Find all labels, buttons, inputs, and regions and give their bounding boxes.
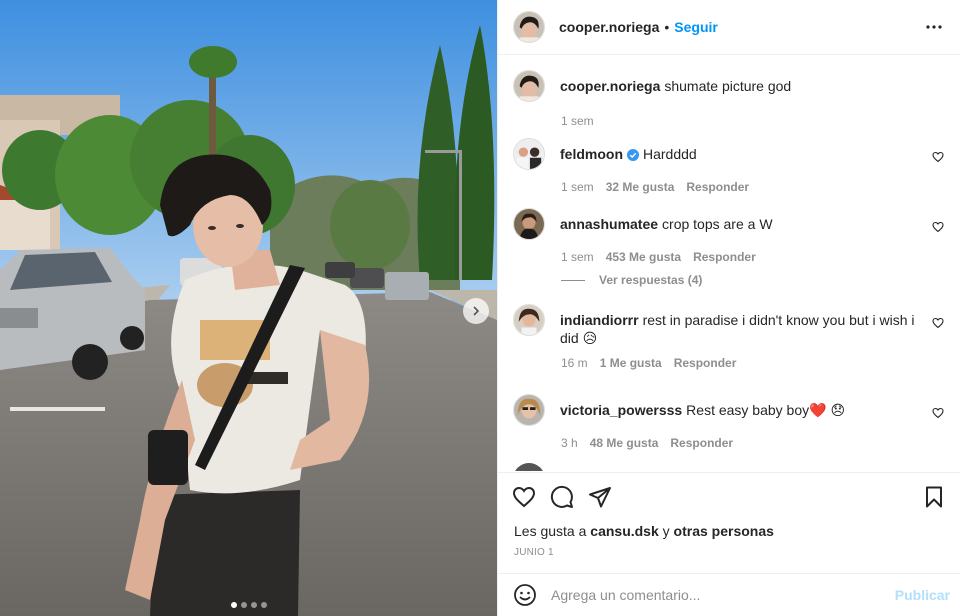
author-avatar[interactable] [513, 11, 545, 43]
commenter-avatar[interactable] [513, 304, 545, 336]
caption: cooper.noriega shumate picture god 1 sem [513, 70, 946, 128]
author-username[interactable]: cooper.noriega [559, 19, 659, 35]
comment-time[interactable]: 16 m [561, 356, 588, 370]
follow-button[interactable]: Seguir [674, 19, 718, 35]
reply-button[interactable]: Responder [686, 180, 749, 194]
carousel-dot [250, 602, 257, 608]
comments-list[interactable]: cooper.noriega shumate picture god 1 sem … [498, 56, 960, 471]
post-date[interactable]: JUNIO 1 [514, 547, 554, 558]
comment-text: Hardddd [643, 146, 697, 162]
view-replies-button[interactable]: Ver respuestas (4) [561, 273, 702, 287]
comment-text: crop tops are a W [662, 216, 773, 232]
comment-username[interactable]: victoria_powersss [560, 402, 682, 418]
carousel-dot [260, 602, 267, 608]
reply-button[interactable]: Responder [693, 250, 756, 264]
replies-divider [561, 279, 585, 281]
publish-button[interactable]: Publicar [895, 587, 950, 603]
likes-prefix: Les gusta a [514, 523, 591, 539]
comment-time[interactable]: 1 sem [561, 180, 594, 194]
author-avatar[interactable] [513, 70, 545, 102]
carousel-dot [230, 602, 237, 608]
commenter-avatar[interactable] [513, 394, 545, 426]
comment-item: indiandiorrr rest in paradise i didn't kn… [513, 304, 946, 370]
view-replies-label: Ver respuestas (4) [599, 273, 703, 287]
comment-like-heart-icon[interactable] [932, 150, 944, 163]
comment-likes[interactable]: 453 Me gusta [606, 250, 681, 264]
comment-username[interactable]: feldmoon [560, 146, 623, 162]
carousel-dot [240, 602, 247, 608]
post-actions-bar [498, 472, 960, 520]
separator-dot: • [664, 19, 670, 35]
caption-time[interactable]: 1 sem [561, 114, 594, 128]
reply-button[interactable]: Responder [670, 436, 733, 450]
comment-username[interactable]: annashumatee [560, 216, 658, 232]
add-comment-bar: Publicar [498, 573, 960, 616]
commenter-avatar[interactable] [513, 138, 545, 170]
heart-icon[interactable] [512, 485, 536, 509]
bookmark-icon[interactable] [922, 485, 946, 509]
next-photo-button[interactable] [463, 298, 489, 324]
post-header: cooper.noriega • Seguir [498, 0, 960, 55]
carousel-indicator [0, 602, 497, 608]
reply-button[interactable]: Responder [674, 356, 737, 370]
likes-summary: Les gusta a cansu.dsk y otras personas [514, 523, 774, 539]
comment-time[interactable]: 3 h [561, 436, 578, 450]
caption-username[interactable]: cooper.noriega [560, 78, 660, 94]
verified-badge-icon [627, 147, 639, 165]
comment-likes[interactable]: 48 Me gusta [590, 436, 659, 450]
comment-item: victoria_powersss Rest easy baby boy❤️ 😞 … [513, 394, 946, 450]
comment-time[interactable]: 1 sem [561, 250, 594, 264]
comment-likes[interactable]: 32 Me gusta [606, 180, 675, 194]
comment-username[interactable]: indiandiorrr [560, 312, 639, 328]
comment-likes[interactable]: 1 Me gusta [600, 356, 662, 370]
liker-username[interactable]: cansu.dsk [590, 523, 658, 539]
comment-text: Rest easy baby boy❤️ 😞 [686, 402, 846, 418]
likes-middle: y [658, 523, 674, 539]
post-photo[interactable] [0, 0, 497, 616]
caption-text: shumate picture god [664, 78, 792, 94]
more-options-icon[interactable] [922, 15, 946, 39]
comment-icon[interactable] [550, 485, 574, 509]
send-icon[interactable] [588, 485, 612, 509]
comment-item: feldmoon Hardddd 1 sem 32 Me gusta Respon… [513, 138, 946, 194]
commenter-avatar[interactable] [513, 463, 545, 471]
commenter-avatar[interactable] [513, 208, 545, 240]
likes-others-link[interactable]: otras personas [674, 523, 774, 539]
comment-like-heart-icon[interactable] [932, 316, 944, 329]
post-side-panel: cooper.noriega • Seguir cooper.noriega sh… [497, 0, 960, 616]
street-photo-image [0, 0, 497, 616]
comment-input[interactable] [551, 587, 895, 603]
chevron-right-icon [473, 306, 480, 316]
emoji-icon[interactable] [513, 583, 537, 607]
comment-item: annashumatee crop tops are a W 1 sem 453 … [513, 208, 946, 264]
comment-like-heart-icon[interactable] [932, 220, 944, 233]
comment-like-heart-icon[interactable] [932, 406, 944, 419]
